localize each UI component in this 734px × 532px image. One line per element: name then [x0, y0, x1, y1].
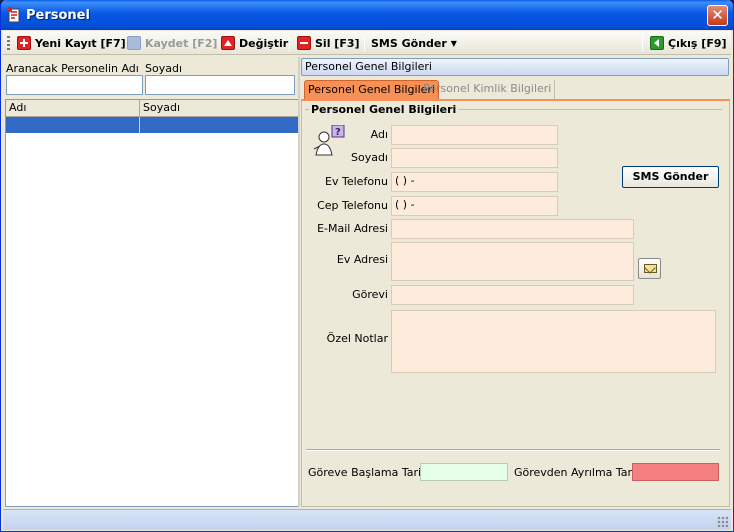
end-date-label: Görevden Ayrılma Tarihi [514, 466, 646, 479]
search-surname-label: Soyadı [145, 62, 183, 75]
tab-general-info[interactable]: Personel Genel Bilgileri [304, 80, 439, 99]
toolbar-separator [364, 35, 365, 51]
app-icon [8, 7, 20, 23]
toolbar-separator [642, 35, 643, 51]
resize-grip-icon[interactable] [717, 516, 728, 527]
window-title: Personel [26, 8, 90, 23]
edit-icon [221, 36, 235, 50]
home-phone-field[interactable]: ( ) - [391, 172, 558, 192]
start-date-label: Göreve Başlama Tarihi [308, 466, 432, 479]
exit-arrow-icon [650, 36, 664, 50]
details-panel: Personel Genel Bilgileri Personel Genel … [301, 57, 731, 507]
first-name-field[interactable] [391, 125, 558, 145]
sms-dropdown-button[interactable]: SMS Gönder ▼ [371, 34, 457, 52]
group-title: Personel Genel Bilgileri [309, 103, 459, 116]
grid-header: Adı Soyadı [6, 100, 298, 117]
search-name-input[interactable] [6, 75, 143, 95]
home-address-label: Ev Adresi [336, 253, 388, 266]
divider [306, 449, 720, 451]
search-panel: Aranacak Personelin Adı Soyadı Adı Soyad… [3, 57, 299, 507]
column-header-ad[interactable]: Adı [6, 100, 140, 116]
end-date-field[interactable] [632, 463, 719, 481]
panel-splitter[interactable] [298, 57, 300, 507]
sms-send-button[interactable]: SMS Gönder [622, 166, 719, 188]
search-surname-input[interactable] [145, 75, 295, 95]
last-name-field[interactable] [391, 148, 558, 168]
delete-icon [297, 36, 311, 50]
exit-button[interactable]: Çıkış [F9] [650, 34, 727, 52]
personnel-grid[interactable]: Adı Soyadı [5, 99, 299, 507]
table-row[interactable] [6, 117, 298, 133]
chevron-down-icon: ▼ [450, 38, 457, 48]
new-record-button[interactable]: Yeni Kayıt [F7] [17, 34, 126, 52]
exit-label: Çıkış [F9] [668, 36, 727, 50]
close-icon: ✕ [711, 6, 724, 24]
new-record-label: Yeni Kayıt [F7] [35, 36, 126, 50]
mobile-phone-field[interactable]: ( ) - [391, 196, 558, 216]
title-bar[interactable]: Personel ✕ [1, 0, 733, 30]
edit-label: Değiştir [239, 36, 289, 50]
tab-identity-info[interactable]: Personel Kimlik Bilgileri [420, 80, 556, 99]
personel-window: Personel ✕ Yeni Kayıt [F7] Kaydet [F2] D… [0, 0, 734, 532]
save-button[interactable]: Kaydet [F2] [127, 34, 217, 52]
edit-button[interactable]: Değiştir [221, 34, 288, 52]
sms-dropdown-label: SMS Gönder [371, 36, 447, 50]
send-mail-button[interactable] [638, 258, 661, 279]
delete-button[interactable]: Sil [F3] [297, 34, 360, 52]
column-header-soyad[interactable]: Soyadı [140, 100, 298, 116]
private-notes-field[interactable] [391, 310, 716, 373]
table-cell [6, 117, 140, 133]
email-field[interactable] [391, 219, 634, 239]
private-notes-label: Özel Notlar [326, 332, 388, 345]
email-label: E-Mail Adresi [317, 222, 388, 235]
toolbar-grip[interactable] [7, 36, 10, 50]
close-button[interactable]: ✕ [707, 5, 728, 26]
toolbar-separator [289, 35, 290, 51]
position-label: Görevi [352, 288, 388, 301]
save-label: Kaydet [F2] [145, 36, 218, 50]
position-field[interactable] [391, 285, 634, 305]
last-name-label: Soyadı [350, 151, 388, 164]
home-phone-label: Ev Telefonu [325, 175, 388, 188]
envelope-icon [644, 264, 657, 273]
details-panel-header: Personel Genel Bilgileri [301, 58, 729, 76]
mobile-phone-label: Cep Telefonu [317, 199, 388, 212]
general-info-group: Personel Genel Bilgileri ? Adı Soyadı Ev… [305, 103, 722, 405]
table-cell [140, 117, 298, 133]
check-icon [127, 36, 141, 50]
tab-content: Personel Genel Bilgileri ? Adı Soyadı Ev… [301, 101, 730, 507]
status-bar [3, 509, 731, 530]
home-address-field[interactable] [391, 242, 634, 281]
delete-label: Sil [F3] [315, 36, 360, 50]
first-name-label: Adı [370, 128, 388, 141]
start-date-field[interactable] [420, 463, 508, 481]
add-icon [17, 36, 31, 50]
toolbar: Yeni Kayıt [F7] Kaydet [F2] Değiştir Sil… [3, 31, 731, 55]
search-name-label: Aranacak Personelin Adı [6, 62, 139, 75]
